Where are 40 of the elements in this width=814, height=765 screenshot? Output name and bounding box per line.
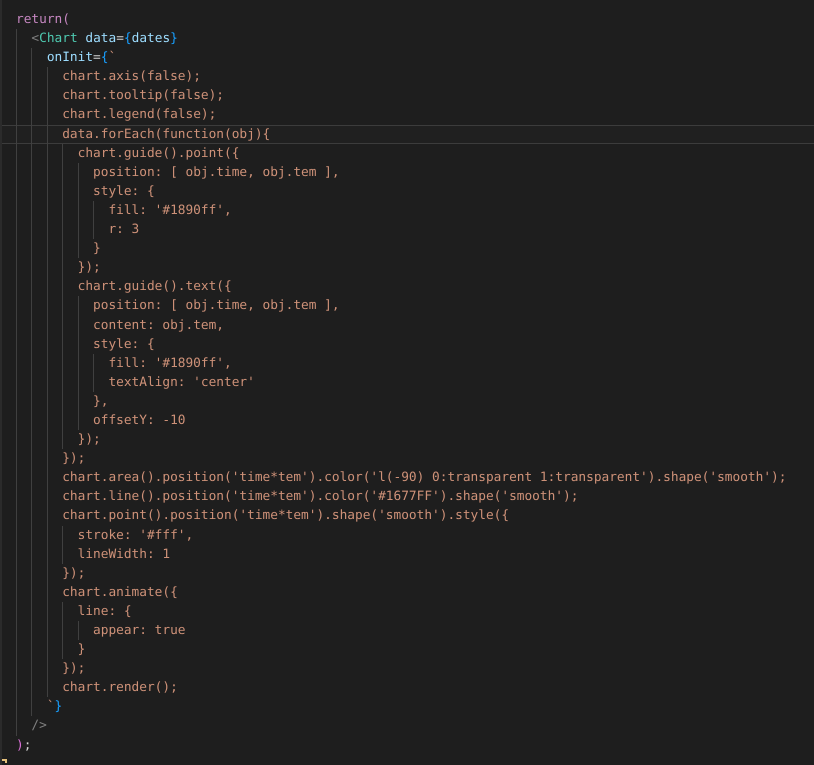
code-line: lineWidth: 1 bbox=[78, 546, 170, 564]
code-line: chart.guide().point({ bbox=[78, 144, 240, 163]
code-line: content: obj.tem, bbox=[93, 316, 224, 334]
code-line: chart.area().position('time*tem').color('l(-90) 0:transparent 1:transparent').shape('smooth'); bbox=[62, 469, 786, 488]
code-line: chart.guide().text({ bbox=[78, 278, 232, 296]
code-line: return( bbox=[16, 11, 70, 29]
code-line: <Chart data={dates} bbox=[31, 30, 178, 48]
code-line: }, bbox=[93, 392, 108, 411]
code-line: fill: '#1890ff', bbox=[108, 202, 232, 220]
code-line: chart.animate({ bbox=[62, 584, 178, 602]
code-line: textAlign: 'center' bbox=[108, 374, 255, 392]
code-line: chart.line().position('time*tem').color('#1677FF').shape('smooth'); bbox=[62, 488, 578, 506]
code-line: }); bbox=[62, 564, 86, 583]
code-line: }); bbox=[78, 259, 101, 278]
code-line: chart.legend(false); bbox=[62, 106, 216, 124]
code-line: }); bbox=[78, 431, 101, 450]
code-line: chart.axis(false); bbox=[62, 68, 201, 86]
code-line: chart.tooltip(false); bbox=[62, 87, 224, 106]
code-line: data.forEach(function(obj){ bbox=[62, 126, 270, 144]
code-line: line: { bbox=[78, 602, 132, 621]
code-line: onInit={` bbox=[46, 49, 116, 68]
code-line: stroke: '#fff', bbox=[78, 526, 194, 545]
code-line: ); bbox=[16, 736, 32, 755]
code-line: chart.point().position('time*tem').shape('smooth').style({ bbox=[62, 507, 510, 526]
code-line: position: [ obj.time, obj.tem ], bbox=[93, 297, 340, 316]
code-line: r: 3 bbox=[108, 221, 140, 240]
code-line: } bbox=[78, 641, 86, 660]
code-line: fill: '#1890ff', bbox=[108, 354, 232, 373]
code-line: appear: true bbox=[93, 622, 186, 640]
code-line: }); bbox=[62, 660, 86, 678]
code-line: /> bbox=[31, 717, 47, 736]
code-line: `} bbox=[46, 698, 62, 716]
code-line: style: { bbox=[93, 182, 155, 201]
marker-icon bbox=[2, 759, 7, 763]
code-line: } bbox=[93, 240, 101, 258]
code-line: offsetY: -10 bbox=[93, 412, 186, 430]
code-line: style: { bbox=[93, 336, 155, 354]
code-line: }); bbox=[62, 450, 86, 468]
code-line: chart.render(); bbox=[62, 679, 178, 698]
code-line: position: [ obj.time, obj.tem ], bbox=[93, 164, 340, 182]
